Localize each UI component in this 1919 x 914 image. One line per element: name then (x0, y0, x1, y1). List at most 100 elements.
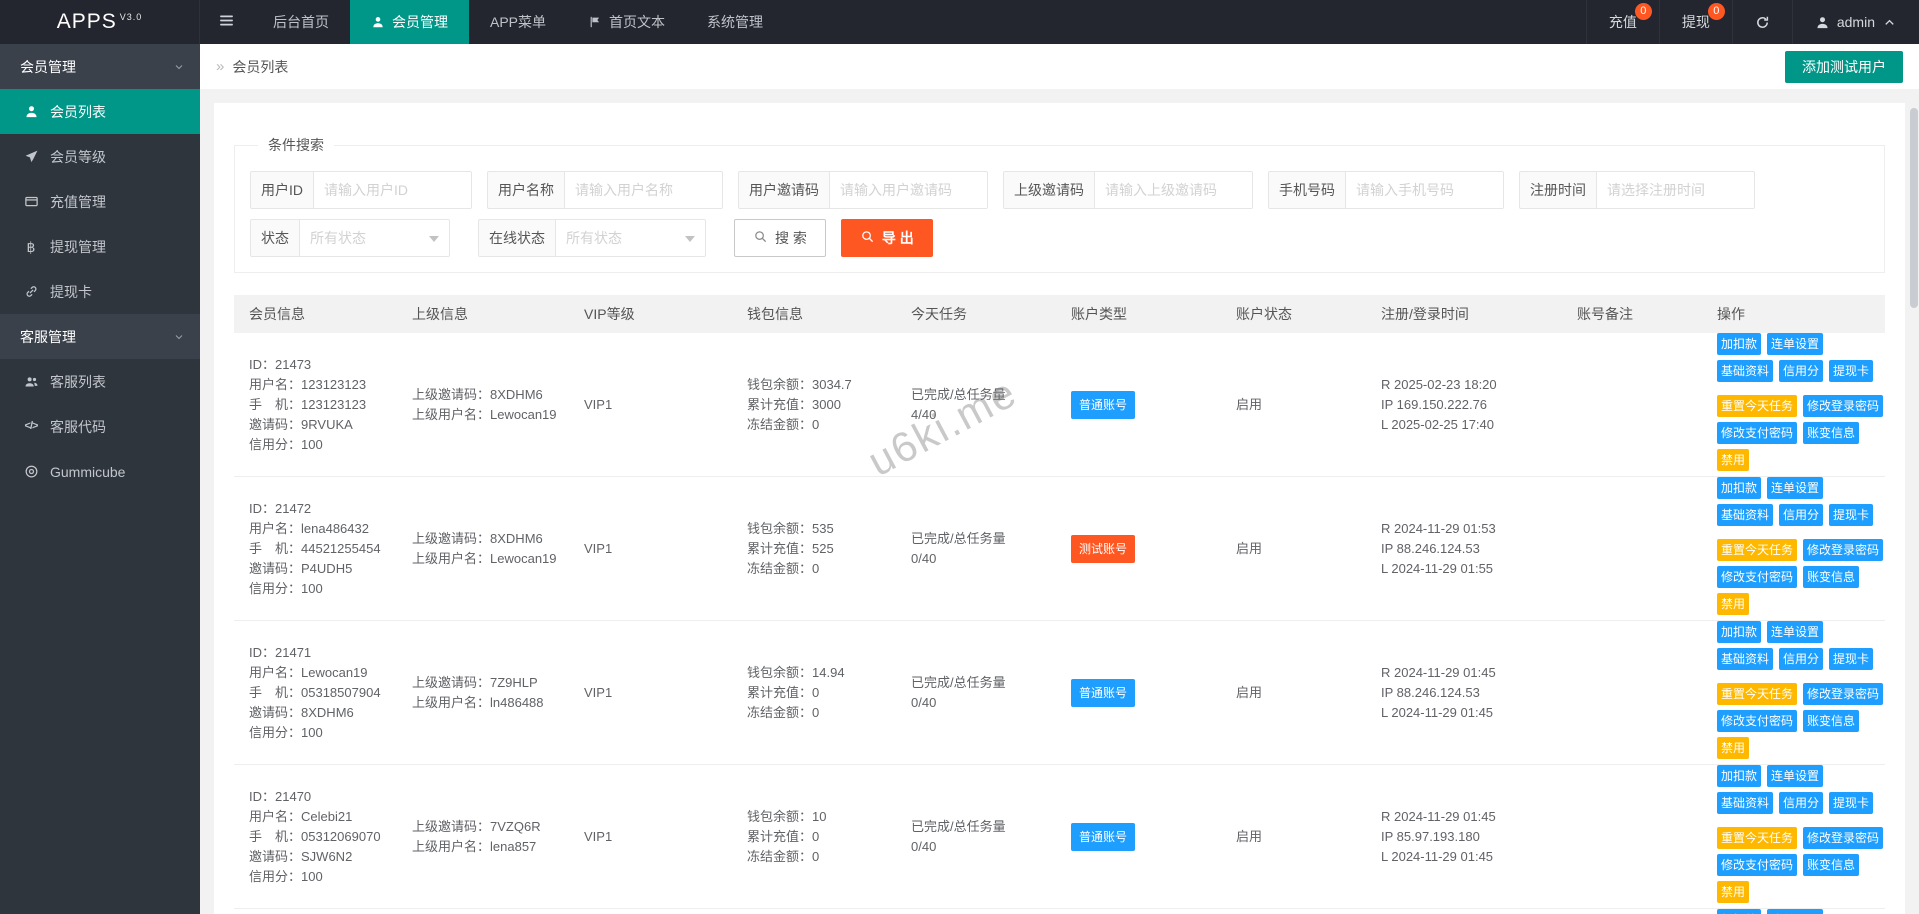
sidebar-item-1-2[interactable]: Gummicube (0, 449, 200, 494)
chevron-down-icon (685, 236, 695, 242)
status-select-1[interactable]: 所有状态 (556, 219, 706, 257)
action-button[interactable]: 账变信息 (1803, 854, 1859, 876)
action-button[interactable]: 加扣款 (1717, 621, 1761, 643)
action-button[interactable]: 信用分 (1779, 792, 1823, 814)
top-nav: 后台首页会员管理APP菜单首页文本系统管理 (252, 0, 784, 44)
header-action-3[interactable]: admin (1792, 0, 1919, 44)
sidebar-group-1[interactable]: 客服管理 (0, 314, 200, 359)
account-type-badge: 普通账号 (1071, 679, 1135, 707)
action-button[interactable]: 基础资料 (1717, 792, 1773, 814)
top-nav-item-0[interactable]: 后台首页 (252, 0, 350, 44)
account-type-cell: 普通账号 (1056, 391, 1221, 419)
main-content: » 会员列表 添加测试用户 条件搜索 用户ID用户名称用户邀请码上级邀请码手机号… (200, 0, 1919, 914)
action-button[interactable]: 禁用 (1717, 593, 1749, 615)
sidebar-group-0[interactable]: 会员管理 (0, 44, 200, 89)
action-button[interactable]: 重置今天任务 (1717, 683, 1797, 705)
top-nav-item-2[interactable]: APP菜单 (469, 0, 567, 44)
field-label: 上级邀请码： (412, 387, 490, 402)
search-field-label: 上级邀请码 (1003, 171, 1095, 209)
action-button[interactable]: 重置今天任务 (1717, 539, 1797, 561)
scrollbar-thumb[interactable] (1910, 108, 1918, 308)
column-header-1: 上级信息 (397, 304, 569, 324)
sidebar-item-0-3[interactable]: ฿提现管理 (0, 224, 200, 269)
action-button[interactable]: 修改支付密码 (1717, 854, 1797, 876)
member-phone: 44521255454 (301, 541, 381, 556)
sidebar-item-0-4[interactable]: 提现卡 (0, 269, 200, 314)
field-label: ID： (249, 789, 275, 804)
sidebar-item-1-0[interactable]: 客服列表 (0, 359, 200, 404)
action-button[interactable]: 禁用 (1717, 881, 1749, 903)
top-nav-item-3[interactable]: 首页文本 (567, 0, 686, 44)
action-button[interactable]: 提现卡 (1829, 792, 1873, 814)
action-button[interactable]: 修改登录密码 (1803, 683, 1883, 705)
sidebar-item-1-1[interactable]: </>客服代码 (0, 404, 200, 449)
action-button[interactable]: 修改登录密码 (1803, 539, 1883, 561)
action-button[interactable]: 连单设置 (1767, 765, 1823, 787)
action-button[interactable]: 提现卡 (1829, 648, 1873, 670)
action-button[interactable]: 修改登录密码 (1803, 827, 1883, 849)
search-field-input-3[interactable] (1095, 171, 1253, 209)
action-button[interactable]: 加扣款 (1717, 909, 1761, 914)
action-button[interactable]: 修改支付密码 (1717, 566, 1797, 588)
vip-level-cell: VIP1 (569, 683, 732, 703)
search-field-input-0[interactable] (314, 171, 472, 209)
person-icon (1815, 15, 1830, 30)
action-button[interactable]: 修改登录密码 (1803, 395, 1883, 417)
action-button[interactable]: 禁用 (1717, 737, 1749, 759)
header-action-1[interactable]: 提现0 (1659, 0, 1732, 44)
action-button[interactable]: 连单设置 (1767, 909, 1823, 914)
search-field-input-5[interactable] (1597, 171, 1755, 209)
action-button[interactable]: 提现卡 (1829, 360, 1873, 382)
action-button[interactable]: 信用分 (1779, 648, 1823, 670)
action-button[interactable]: 禁用 (1717, 449, 1749, 471)
action-button[interactable]: 账变信息 (1803, 566, 1859, 588)
add-test-user-button[interactable]: 添加测试用户 (1785, 51, 1903, 83)
top-nav-item-4[interactable]: 系统管理 (686, 0, 784, 44)
action-button[interactable]: 连单设置 (1767, 621, 1823, 643)
action-button[interactable]: 重置今天任务 (1717, 827, 1797, 849)
action-button[interactable]: 加扣款 (1717, 765, 1761, 787)
tasks-progress: 4/40 (911, 407, 936, 422)
member-username: Celebi21 (301, 809, 352, 824)
account-status-cell: 启用 (1221, 395, 1366, 415)
link-icon (22, 284, 40, 299)
account-status: 启用 (1236, 685, 1262, 700)
action-button[interactable]: 连单设置 (1767, 477, 1823, 499)
member-credit-score: 100 (301, 725, 323, 740)
action-button[interactable]: 账变信息 (1803, 710, 1859, 732)
action-button[interactable]: 基础资料 (1717, 504, 1773, 526)
action-button[interactable]: 基础资料 (1717, 360, 1773, 382)
action-button[interactable]: 提现卡 (1829, 504, 1873, 526)
status-select-0[interactable]: 所有状态 (300, 219, 450, 257)
field-label: 手 机： (249, 541, 301, 556)
action-button[interactable]: 账变信息 (1803, 422, 1859, 444)
sidebar-item-0-0[interactable]: 会员列表 (0, 89, 200, 134)
search-field-input-1[interactable] (565, 171, 723, 209)
time-info-cell: R 2024-11-29 01:45IP 88.246.124.53L 2024… (1366, 663, 1562, 723)
action-button[interactable]: 修改支付密码 (1717, 710, 1797, 732)
top-nav-item-1[interactable]: 会员管理 (350, 0, 469, 44)
export-button[interactable]: 导 出 (841, 219, 933, 257)
sidebar-item-0-1[interactable]: 会员等级 (0, 134, 200, 179)
action-button[interactable]: 信用分 (1779, 360, 1823, 382)
field-label: 上级用户名： (412, 695, 490, 710)
action-button[interactable]: 加扣款 (1717, 333, 1761, 355)
action-button[interactable]: 加扣款 (1717, 477, 1761, 499)
menu-toggle-icon[interactable] (200, 0, 252, 44)
search-field-label: 手机号码 (1268, 171, 1346, 209)
header-action-0[interactable]: 充值0 (1586, 0, 1659, 44)
sidebar-item-0-2[interactable]: 充值管理 (0, 179, 200, 224)
search-field-input-2[interactable] (830, 171, 988, 209)
search-button[interactable]: 搜 索 (734, 219, 826, 257)
parent-invite-code: 8XDHM6 (490, 531, 543, 546)
search-field-input-4[interactable] (1346, 171, 1504, 209)
action-button[interactable]: 重置今天任务 (1717, 395, 1797, 417)
action-button[interactable]: 连单设置 (1767, 333, 1823, 355)
field-label: 累计充值： (747, 685, 812, 700)
action-button[interactable]: 信用分 (1779, 504, 1823, 526)
action-button[interactable]: 基础资料 (1717, 648, 1773, 670)
column-header-2: VIP等级 (569, 304, 732, 324)
header-action-2[interactable] (1732, 0, 1792, 44)
parent-info-cell: 上级邀请码：7VZQ6R上级用户名：lena857 (397, 817, 569, 857)
action-button[interactable]: 修改支付密码 (1717, 422, 1797, 444)
